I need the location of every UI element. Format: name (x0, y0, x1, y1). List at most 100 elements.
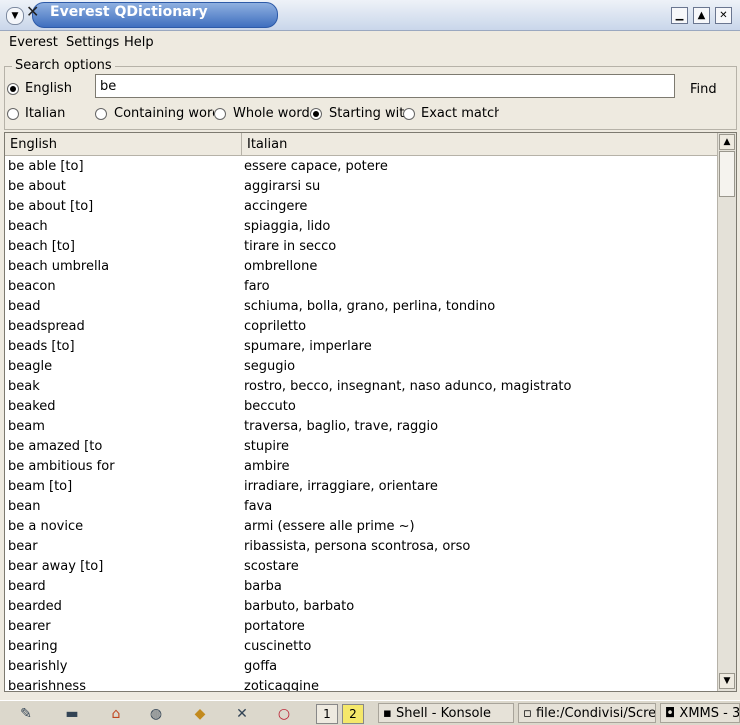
italian-translation: faro (244, 279, 270, 294)
close-button[interactable]: ✕ (715, 7, 732, 24)
column-header-english[interactable]: English (10, 137, 57, 152)
table-row[interactable]: beacon faro (5, 277, 717, 297)
containing-word-radio[interactable] (95, 108, 107, 120)
table-row[interactable]: bearishly goffa (5, 657, 717, 677)
table-row[interactable]: beard barba (5, 577, 717, 597)
exact-match-radio[interactable] (403, 108, 415, 120)
home-icon[interactable]: ⌂ (102, 703, 130, 725)
column-header-italian[interactable]: Italian (247, 137, 287, 152)
english-term: beach (8, 219, 48, 234)
italian-translation: traversa, baglio, trave, raggio (244, 419, 439, 434)
english-term: be ambitious for (8, 459, 115, 474)
english-term: beam [to] (8, 479, 73, 494)
task-konsole[interactable]: ▪ Shell - Konsole (378, 703, 514, 723)
starting-with-label[interactable]: Starting with (329, 106, 404, 121)
italian-label[interactable]: Italian (25, 106, 65, 121)
italian-translation: segugio (244, 359, 296, 374)
menu-settings[interactable]: Settings (66, 35, 119, 50)
xmms-icon: ◘ (665, 706, 680, 721)
table-row[interactable]: bead schiuma, bolla, grano, perlina, tond… (5, 297, 717, 317)
italian-radio[interactable] (7, 108, 19, 120)
english-term: beard (8, 579, 46, 594)
table-row[interactable]: beagle segugio (5, 357, 717, 377)
table-row[interactable]: bearishness zoticaggine (5, 677, 717, 692)
office-icon[interactable]: ◆ (186, 703, 214, 725)
table-row[interactable]: be able [to] essere capace, potere (5, 157, 717, 177)
menu-help[interactable]: Help (124, 35, 154, 50)
table-row[interactable]: beads [to] spumare, imperlare (5, 337, 717, 357)
english-term: be about [to] (8, 199, 94, 214)
english-label[interactable]: English (25, 81, 72, 96)
table-row[interactable]: bearing cuscinetto (5, 637, 717, 657)
desktop-2-button[interactable]: 2 (342, 704, 364, 724)
column-separator[interactable] (241, 133, 242, 155)
italian-translation: copriletto (244, 319, 307, 334)
english-term: bearishly (8, 659, 68, 674)
task-xmms[interactable]: ◘ XMMS - 3 (660, 703, 740, 723)
window-menu-icon[interactable]: ▼ (6, 7, 24, 25)
title-bar[interactable]: ▼ ✕ Everest QDictionary ▁ ▲ ✕ (0, 0, 740, 31)
italian-translation: goffa (244, 659, 278, 674)
english-term: beads [to] (8, 339, 75, 354)
table-row[interactable]: be about aggirarsi su (5, 177, 717, 197)
table-row[interactable]: beach umbrella ombrellone (5, 257, 717, 277)
find-button[interactable]: Find (684, 76, 730, 98)
italian-translation: zoticaggine (244, 679, 319, 692)
scroll-thumb[interactable] (719, 151, 735, 197)
table-row[interactable]: be a novice armi (essere alle prime ~) (5, 517, 717, 537)
english-term: beadspread (8, 319, 85, 334)
table-row[interactable]: be about [to] accingere (5, 197, 717, 217)
help-icon[interactable]: ○ (270, 703, 298, 725)
table-row[interactable]: bearer portatore (5, 617, 717, 637)
table-row[interactable]: beak rostro, becco, insegnant, naso adunc… (5, 377, 717, 397)
table-row[interactable]: beam traversa, baglio, trave, raggio (5, 417, 717, 437)
italian-translation: portatore (244, 619, 305, 634)
table-row[interactable]: bearded barbuto, barbato (5, 597, 717, 617)
english-term: bean (8, 499, 41, 514)
table-row[interactable]: beaked beccuto (5, 397, 717, 417)
desktop-1-button[interactable]: 1 (316, 704, 338, 724)
table-row[interactable]: bear away [to] scostare (5, 557, 717, 577)
globe-icon[interactable]: ◍ (142, 703, 170, 725)
table-row[interactable]: beam [to] irradiare, irraggiare, orientar… (5, 477, 717, 497)
folder-icon: ▫ (523, 706, 536, 721)
english-radio[interactable] (7, 83, 19, 95)
italian-translation: stupire (244, 439, 290, 454)
table-row[interactable]: be ambitious for ambire (5, 457, 717, 477)
italian-translation: ombrellone (244, 259, 318, 274)
task-file-manager[interactable]: ▫ file:/Condivisi/Scree (518, 703, 656, 723)
italian-translation: ambire (244, 459, 290, 474)
table-row[interactable]: beach spiaggia, lido (5, 217, 717, 237)
whole-word-label[interactable]: Whole word (233, 106, 309, 121)
table-row[interactable]: bear ribassista, persona scontrosa, orso (5, 537, 717, 557)
results-header: English Italian (5, 133, 717, 156)
terminal-icon[interactable]: ▬ (58, 703, 86, 725)
scroll-down-arrow-icon[interactable]: ▼ (719, 673, 735, 689)
minimize-button[interactable]: ▁ (671, 7, 688, 24)
english-term: bear (8, 539, 38, 554)
english-term: beach umbrella (8, 259, 110, 274)
table-row[interactable]: be amazed [to stupire (5, 437, 717, 457)
kde-tools-icon[interactable]: ✎ (12, 703, 40, 725)
italian-translation: spumare, imperlare (244, 339, 372, 354)
whole-word-radio[interactable] (214, 108, 226, 120)
table-row[interactable]: beach [to] tirare in secco (5, 237, 717, 257)
english-term: be about (8, 179, 66, 194)
starting-with-radio[interactable] (310, 108, 322, 120)
menu-everest[interactable]: Everest (9, 35, 58, 50)
italian-translation: irradiare, irraggiare, orientare (244, 479, 438, 494)
konsole-icon: ▪ (383, 706, 396, 721)
vertical-scrollbar[interactable]: ▲ ▼ (717, 133, 736, 691)
scroll-up-arrow-icon[interactable]: ▲ (719, 134, 735, 150)
english-term: beagle (8, 359, 53, 374)
search-input[interactable] (95, 74, 675, 98)
containing-word-label[interactable]: Containing word (114, 106, 214, 121)
settings-icon[interactable]: ✕ (228, 703, 256, 725)
exact-match-label[interactable]: Exact match (421, 106, 499, 121)
table-row[interactable]: beadspread copriletto (5, 317, 717, 337)
table-row[interactable]: bean fava (5, 497, 717, 517)
results-list[interactable]: English Italian be able [to] essere capac… (4, 132, 737, 692)
english-term: bearded (8, 599, 62, 614)
english-term: beach [to] (8, 239, 75, 254)
maximize-button[interactable]: ▲ (693, 7, 710, 24)
